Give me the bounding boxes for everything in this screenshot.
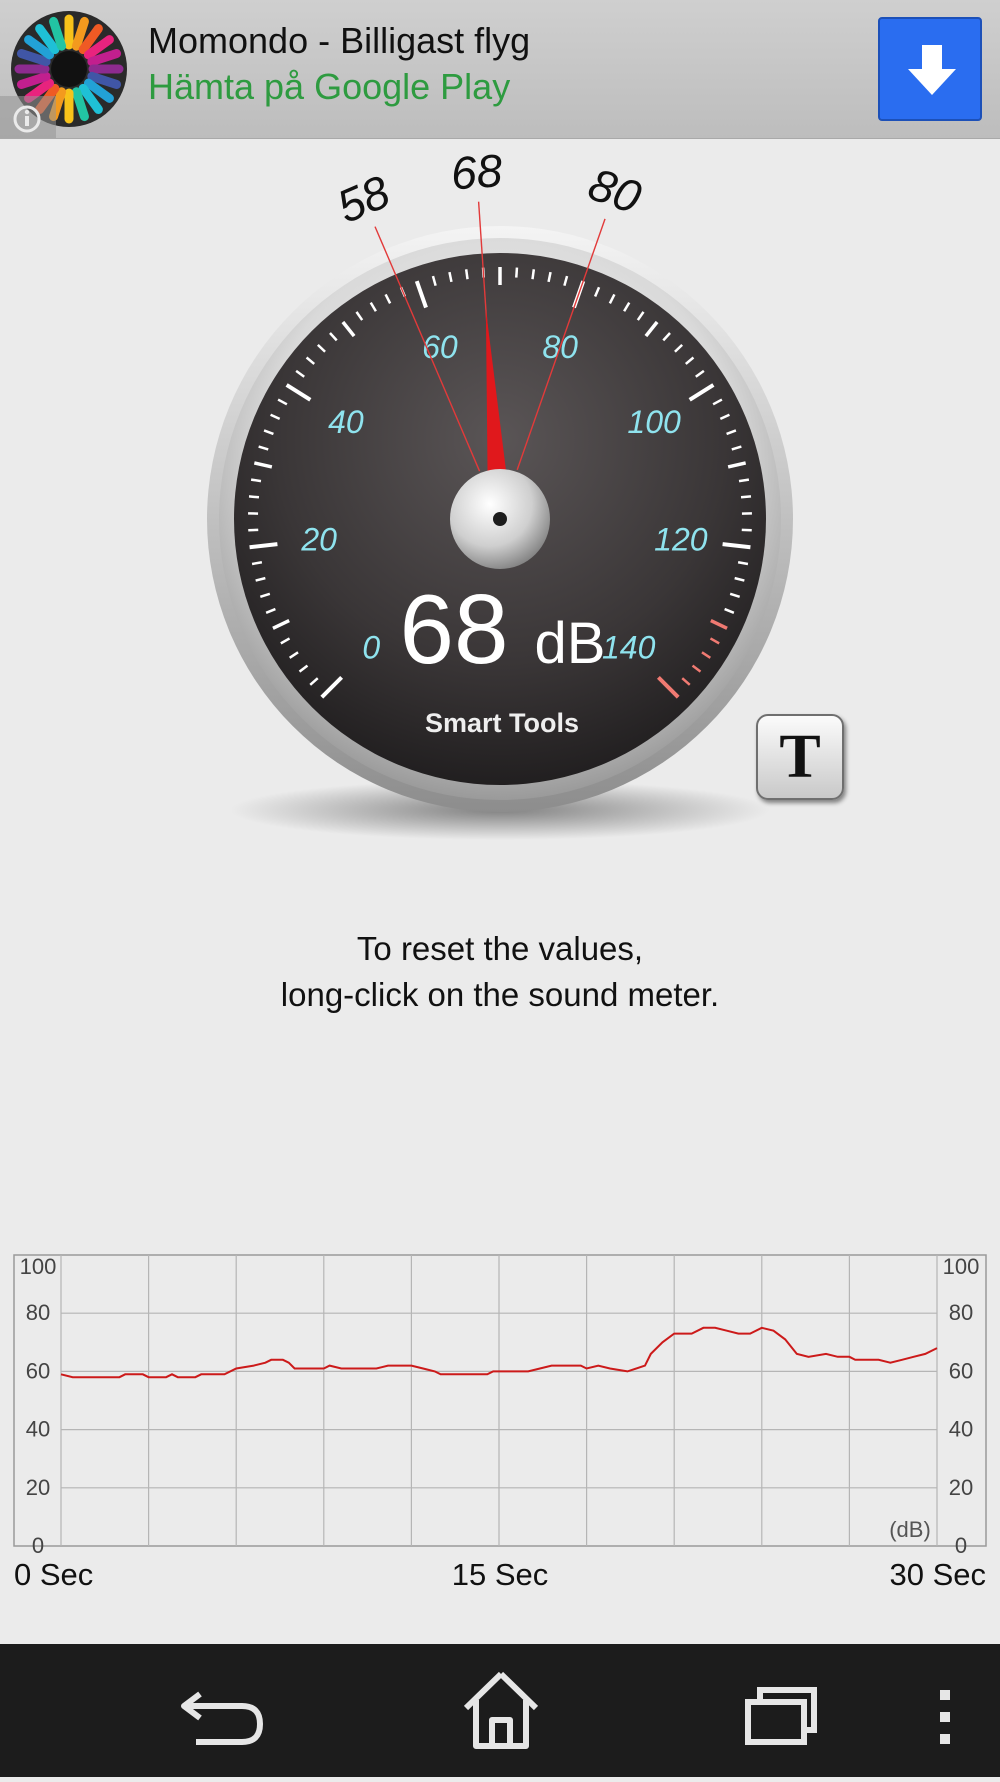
gauge-tick [252, 562, 262, 564]
gauge-tick [741, 496, 751, 497]
y-tick-label-left: 80 [26, 1300, 50, 1325]
max-marker-label: 80 [582, 158, 648, 224]
back-button[interactable] [170, 1644, 280, 1777]
x-tick-label: 0 Sec [14, 1557, 93, 1588]
ad-title[interactable]: Momondo - Billigast flyg [148, 20, 530, 62]
chart-unit-label: (dB) [889, 1517, 931, 1542]
x-tick-label: 15 Sec [452, 1557, 549, 1588]
overflow-menu-icon [920, 1644, 970, 1777]
min-max-marker-labels: 58 68 80 [329, 144, 648, 233]
reading-unit: dB [535, 611, 606, 676]
y-tick-label-right: 20 [949, 1475, 973, 1500]
ad-info-icon[interactable] [0, 96, 56, 138]
ad-banner[interactable]: Momondo - Billigast flyg Hämta på Google… [0, 0, 1000, 139]
y-tick-label-right: 40 [949, 1417, 973, 1442]
gauge-tick [251, 480, 261, 482]
chart-frame [14, 1255, 986, 1546]
y-tick-label-left: 0 [32, 1533, 44, 1558]
gauge-tick [739, 480, 749, 482]
gauge-scale-label: 60 [422, 329, 458, 365]
gauge-scale-label: 0 [362, 630, 380, 666]
ad-download-button[interactable] [878, 17, 982, 121]
gauge-tick [516, 268, 517, 278]
ad-subtitle[interactable]: Hämta på Google Play [148, 66, 510, 108]
y-tick-label-right: 100 [943, 1254, 980, 1279]
recent-apps-button[interactable] [722, 1644, 832, 1777]
home-icon [446, 1644, 556, 1777]
y-tick-label-right: 80 [949, 1300, 973, 1325]
sound-meter[interactable]: 0 20 40 60 80 100 120 140 58 68 80 68 dB Smart To… [0, 138, 1000, 898]
gauge-tick [249, 496, 259, 497]
x-tick-label: 30 Sec [889, 1557, 986, 1588]
x-axis-labels: 0 Sec 15 Sec 30 Sec [14, 1557, 986, 1588]
recent-apps-icon [722, 1644, 832, 1777]
reset-instructions: To reset the values, long-click on the s… [0, 926, 1000, 1018]
y-tick-label-right: 60 [949, 1358, 973, 1383]
overflow-menu-button[interactable] [920, 1644, 970, 1777]
y-tick-label-left: 20 [26, 1475, 50, 1500]
gauge-scale-label: 120 [654, 521, 708, 557]
gauge-hub-pin [493, 512, 507, 526]
y-tick-label-left: 60 [26, 1358, 50, 1383]
y-tick-label-right: 0 [955, 1533, 967, 1558]
gauge-tick [738, 562, 748, 564]
brand-label: Smart Tools [425, 708, 579, 738]
instruction-line-2: long-click on the sound meter. [0, 972, 1000, 1018]
download-arrow-icon [906, 43, 958, 99]
decibel-history-chart: 0 20 40 60 80 100 0 20 40 60 80 100 0 Sec 15 Sec 30 … [0, 1248, 1000, 1588]
gauge-scale-label: 140 [602, 630, 656, 666]
gauge-tick [532, 269, 533, 279]
home-button[interactable] [446, 1644, 556, 1777]
gauge-scale-label: 40 [328, 404, 364, 440]
navigation-bar [0, 1644, 1000, 1777]
gauge-tick [466, 269, 467, 279]
reading-value: 68 [399, 574, 508, 684]
instruction-line-1: To reset the values, [0, 926, 1000, 972]
text-mode-button[interactable]: T [756, 714, 844, 800]
y-tick-label-left: 100 [20, 1254, 57, 1279]
gauge-scale-label: 100 [627, 404, 681, 440]
y-tick-label-left: 40 [26, 1417, 50, 1442]
gauge-scale-label: 20 [300, 521, 337, 557]
current-marker-label: 68 [449, 144, 504, 199]
min-marker-label: 58 [329, 165, 397, 233]
back-icon [170, 1644, 280, 1777]
